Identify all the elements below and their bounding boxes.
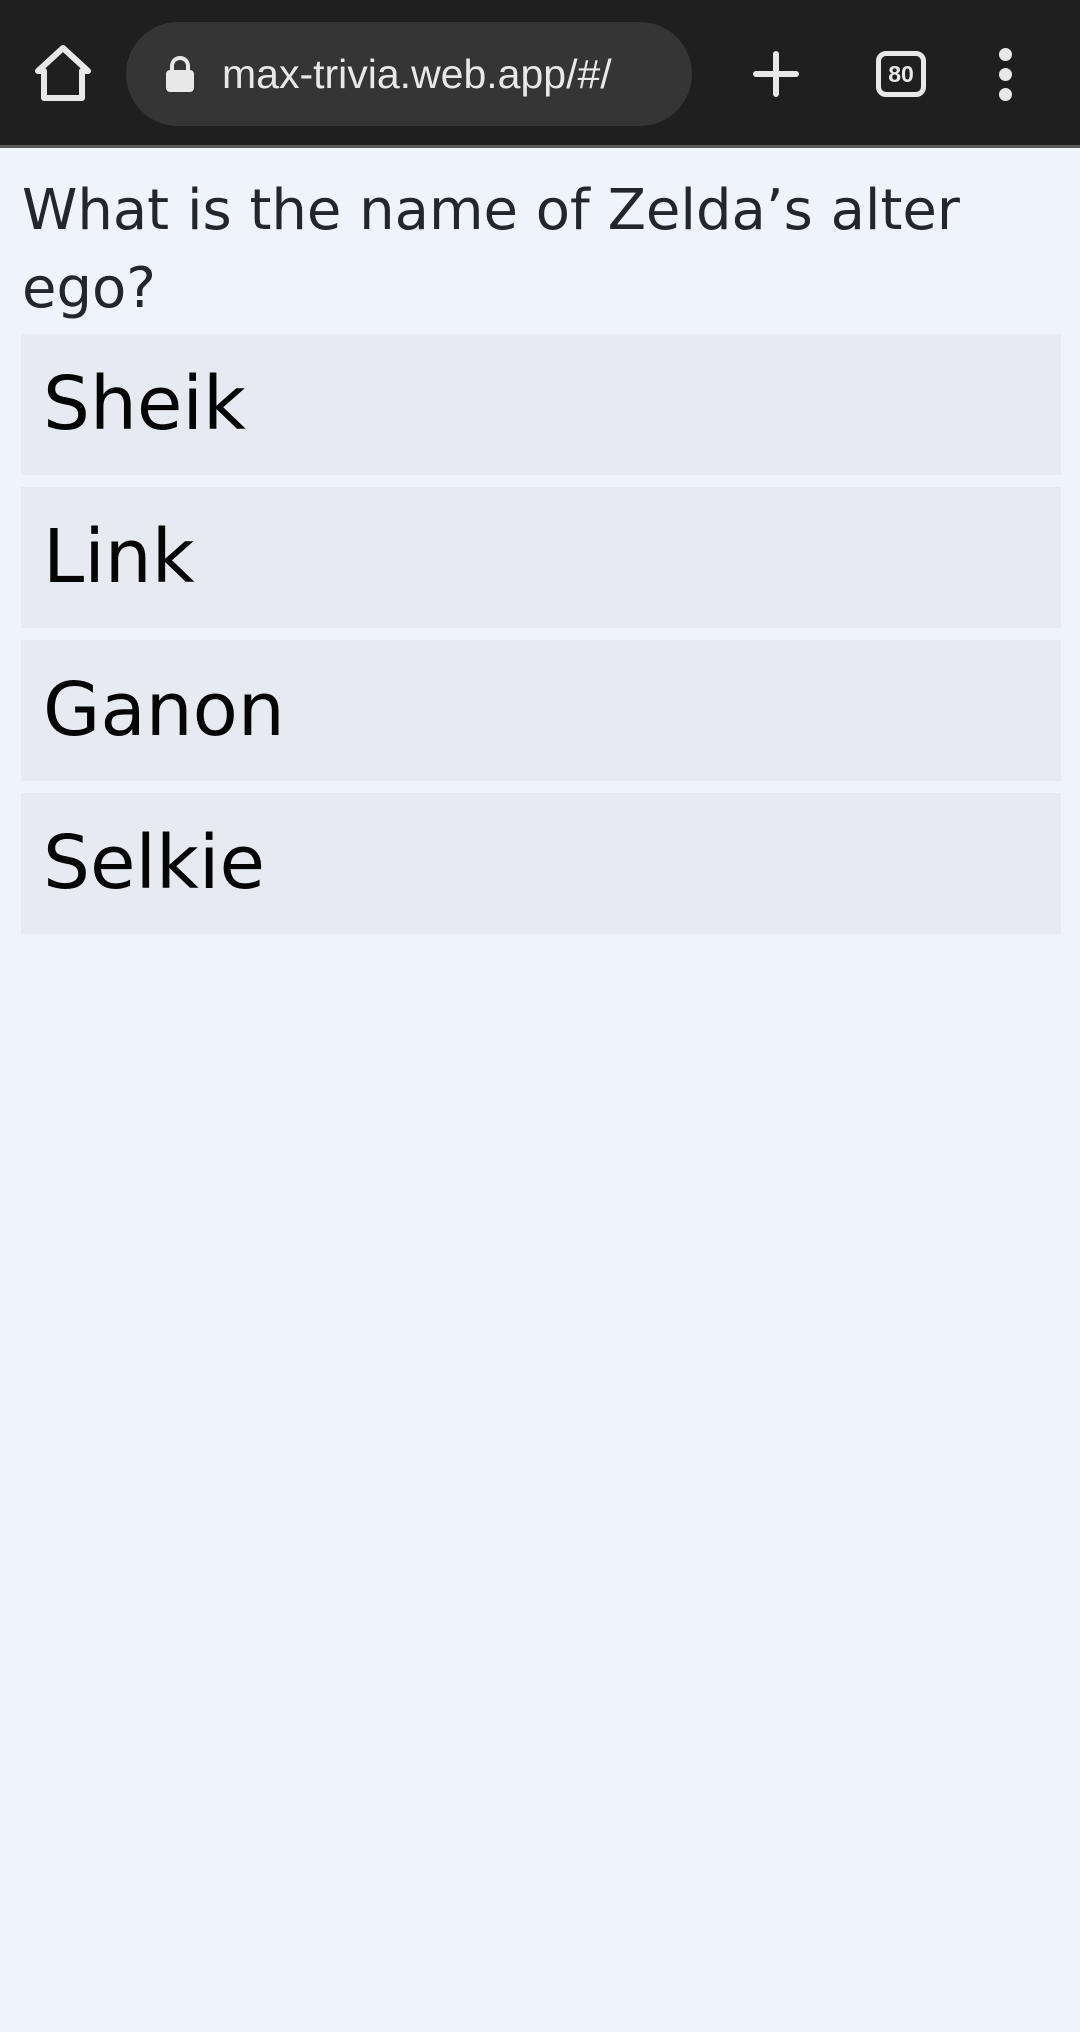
answer-option-link[interactable]: Link: [21, 487, 1061, 628]
browser-toolbar: max-trivia.web.app/#/ 80: [0, 0, 1080, 148]
home-icon: [35, 45, 91, 101]
tab-switcher-button[interactable]: 80: [876, 51, 926, 97]
answer-option-sheik[interactable]: Sheik: [21, 334, 1061, 475]
answer-option-ganon[interactable]: Ganon: [21, 640, 1061, 781]
lock-icon: [166, 56, 194, 92]
answer-list: Sheik Link Ganon Selkie: [21, 334, 1061, 946]
plus-icon: [753, 51, 799, 97]
home-button[interactable]: [30, 40, 96, 106]
url-text: max-trivia.web.app/#/: [222, 51, 612, 97]
question-text: What is the name of Zelda’s alter ego?: [22, 178, 960, 321]
answer-option-selkie[interactable]: Selkie: [21, 793, 1061, 934]
new-tab-button[interactable]: [748, 42, 804, 106]
more-vert-icon[interactable]: [986, 48, 1026, 102]
address-bar[interactable]: max-trivia.web.app/#/: [126, 22, 692, 126]
